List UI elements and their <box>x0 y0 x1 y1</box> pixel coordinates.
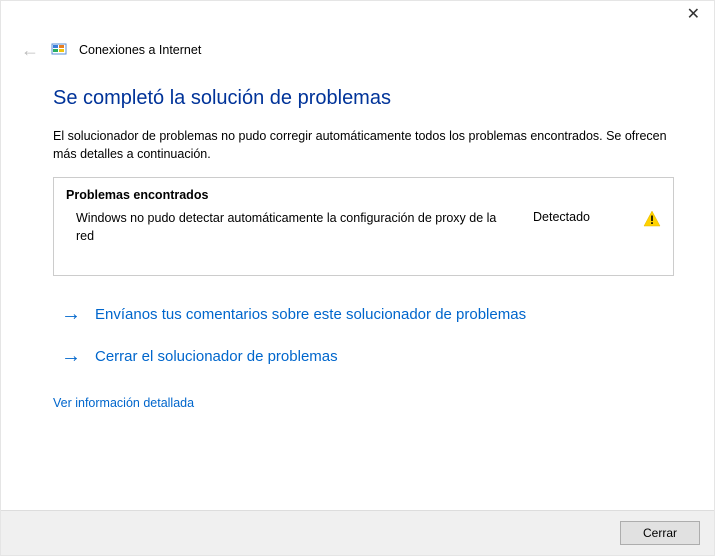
titlebar: ✕ <box>1 1 714 37</box>
problems-box: Problemas encontrados Windows no pudo de… <box>53 177 674 276</box>
close-troubleshooter-link[interactable]: → Cerrar el solucionador de problemas <box>53 346 674 366</box>
close-troubleshooter-label: Cerrar el solucionador de problemas <box>95 348 338 365</box>
close-button[interactable]: Cerrar <box>620 521 700 545</box>
content-area: Se completó la solución de problemas El … <box>1 59 714 410</box>
warning-icon <box>643 210 661 228</box>
arrow-right-icon: → <box>61 346 81 366</box>
problem-status: Detectado <box>533 210 643 224</box>
problem-text: Windows no pudo detectar automáticamente… <box>76 210 533 245</box>
arrow-right-icon: → <box>61 304 81 324</box>
problems-header: Problemas encontrados <box>66 188 661 202</box>
footer: Cerrar <box>1 510 714 555</box>
feedback-link-label: Envíanos tus comentarios sobre este solu… <box>95 306 526 323</box>
back-arrow-icon: ← <box>21 41 39 59</box>
page-heading: Se completó la solución de problemas <box>53 87 674 110</box>
window-title: Conexiones a Internet <box>79 43 201 57</box>
feedback-link[interactable]: → Envíanos tus comentarios sobre este so… <box>53 304 674 324</box>
page-description: El solucionador de problemas no pudo cor… <box>53 128 674 163</box>
details-link[interactable]: Ver información detallada <box>53 396 194 410</box>
troubleshooter-icon <box>51 42 67 58</box>
problem-row: Windows no pudo detectar automáticamente… <box>66 210 661 245</box>
close-icon[interactable]: ✕ <box>687 7 700 23</box>
header-row: ← Conexiones a Internet <box>1 41 714 59</box>
